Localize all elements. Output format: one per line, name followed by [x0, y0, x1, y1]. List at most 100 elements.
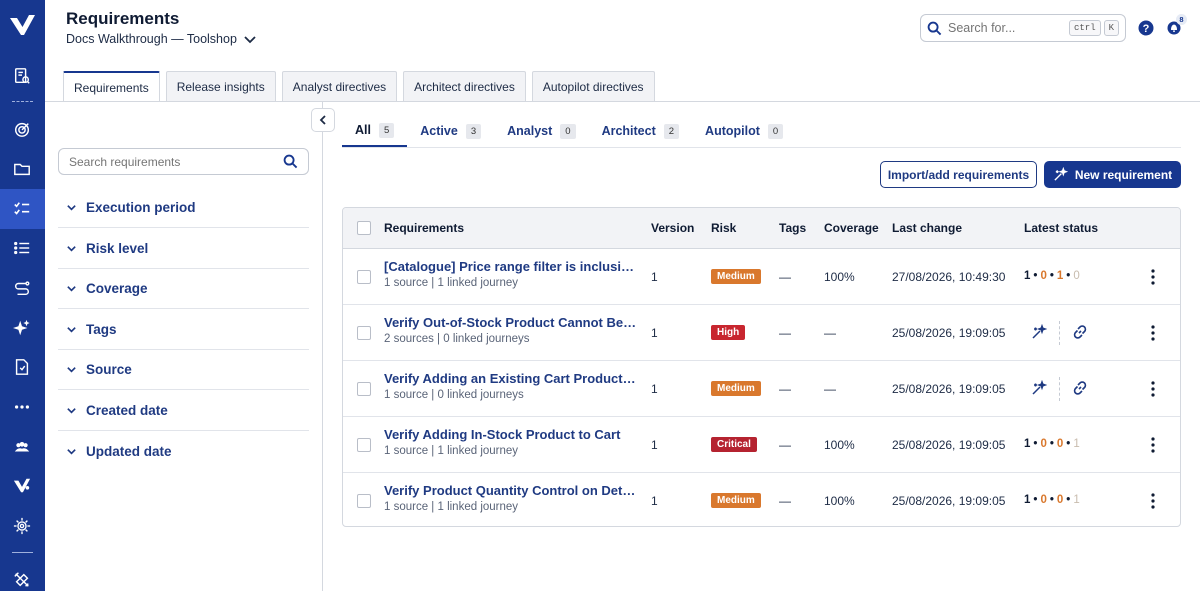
brand-logo-icon[interactable] — [9, 12, 36, 38]
row-checkbox[interactable] — [357, 382, 371, 396]
svg-text:?: ? — [1143, 23, 1150, 35]
select-all-checkbox[interactable] — [357, 221, 371, 235]
project-selector[interactable]: Docs Walkthrough — Toolshop — [66, 32, 257, 46]
row-menu-icon[interactable] — [1146, 324, 1160, 342]
risk-badge: Medium — [711, 269, 761, 284]
row-menu-icon[interactable] — [1146, 492, 1160, 510]
row-menu-icon[interactable] — [1146, 380, 1160, 398]
row-checkbox[interactable] — [357, 438, 371, 452]
requirements-search-input[interactable] — [69, 154, 269, 169]
global-search[interactable]: ctrl K — [920, 14, 1126, 42]
subtab-architect[interactable]: Architect 2 — [589, 115, 692, 147]
checklist-icon[interactable] — [12, 199, 32, 219]
latest-status-summary[interactable]: 1 • 0 • 1 • 0 — [1024, 270, 1080, 282]
requirement-title-link[interactable]: Verify Out-of-Stock Product Cannot Be Ad… — [384, 315, 638, 330]
coverage-value: — — [824, 326, 836, 340]
row-checkbox[interactable] — [357, 270, 371, 284]
requirement-title-link[interactable]: Verify Adding In-Stock Product to Cart — [384, 427, 638, 442]
tags-value: — — [779, 438, 791, 452]
filter-label: Created date — [86, 403, 168, 418]
route-icon[interactable] — [12, 278, 32, 298]
filter-updated-date[interactable]: Updated date — [58, 431, 309, 471]
tab-autopilot-directives[interactable]: Autopilot directives — [531, 71, 655, 101]
requirements-search[interactable] — [58, 148, 309, 175]
action-divider — [1059, 377, 1060, 401]
header-version[interactable]: Version — [651, 221, 694, 235]
tab-architect-directives[interactable]: Architect directives — [403, 71, 526, 101]
bug-icon[interactable] — [12, 516, 32, 536]
status-failed-count: 0 — [1040, 494, 1047, 506]
filter-tags[interactable]: Tags — [58, 310, 309, 350]
brand-icon[interactable] — [12, 476, 32, 496]
generate-journey-icon[interactable] — [1031, 324, 1047, 340]
filter-execution-period[interactable]: Execution period — [58, 188, 309, 228]
generate-journey-icon[interactable] — [1031, 380, 1047, 396]
tab-analyst-directives[interactable]: Analyst directives — [281, 71, 398, 101]
chevron-down-icon — [67, 408, 76, 414]
report-icon[interactable] — [12, 357, 32, 377]
help-icon[interactable]: ? — [1138, 20, 1154, 36]
link-journey-icon[interactable] — [1072, 324, 1088, 340]
row-checkbox[interactable] — [357, 494, 371, 508]
tags-value: — — [779, 382, 791, 396]
status-warning-count: 0 — [1056, 494, 1064, 506]
table-row[interactable]: Verify Adding In-Stock Product to Cart 1… — [343, 417, 1180, 473]
row-menu-icon[interactable] — [1146, 268, 1160, 286]
import-requirements-button[interactable]: Import/add requirements — [880, 161, 1037, 188]
shortcut-key-ctrl: ctrl — [1069, 20, 1101, 36]
requirement-title-link[interactable]: Verify Product Quantity Control on Detai… — [384, 483, 638, 498]
filter-label: Source — [86, 362, 132, 377]
status-skipped-count: 0 — [1073, 270, 1080, 282]
subtab-analyst[interactable]: Analyst 0 — [494, 115, 588, 147]
link-journey-icon[interactable] — [1072, 380, 1088, 396]
requirement-subtabs: All 5 Active 3 Analyst 0 Architect 2 Aut… — [342, 115, 796, 147]
page-title: Requirements — [66, 9, 180, 28]
header-last-change[interactable]: Last change — [892, 221, 962, 235]
subtab-active[interactable]: Active 3 — [407, 115, 494, 147]
project-name: Docs Walkthrough — Toolshop — [66, 32, 237, 46]
tab-requirements[interactable]: Requirements — [63, 71, 160, 102]
team-icon[interactable] — [12, 437, 32, 457]
collapse-filters-button[interactable] — [311, 108, 335, 132]
filter-source[interactable]: Source — [58, 350, 309, 390]
latest-status-summary[interactable]: 1 • 0 • 0 • 1 — [1024, 494, 1080, 506]
row-menu-icon[interactable] — [1146, 436, 1160, 454]
filter-label: Updated date — [86, 443, 172, 459]
subtab-all[interactable]: All 5 — [342, 115, 408, 147]
table-row[interactable]: [Catalogue] Price range filter is inclus… — [343, 249, 1180, 305]
header-tags[interactable]: Tags — [779, 221, 806, 235]
sparkle-icon[interactable] — [12, 318, 32, 338]
subtab-label: Architect — [601, 124, 656, 138]
header-requirements[interactable]: Requirements — [384, 221, 464, 235]
filter-created-date[interactable]: Created date — [58, 391, 309, 431]
row-checkbox[interactable] — [357, 326, 371, 340]
table-row[interactable]: Verify Adding an Existing Cart Product I… — [343, 361, 1180, 417]
requirements-icon[interactable] — [12, 66, 32, 86]
requirement-title-link[interactable]: [Catalogue] Price range filter is inclus… — [384, 259, 638, 274]
list-icon[interactable] — [12, 238, 32, 258]
global-search-input[interactable] — [948, 21, 1066, 35]
table-header: Requirements Version Risk Tags Coverage … — [343, 208, 1180, 249]
header-coverage[interactable]: Coverage — [824, 221, 879, 235]
tools-icon[interactable] — [12, 570, 32, 590]
table-row[interactable]: Verify Out-of-Stock Product Cannot Be Ad… — [343, 305, 1180, 361]
chevron-down-icon — [244, 36, 256, 44]
version-value: 1 — [651, 382, 658, 396]
page-tabs: Requirements Release insights Analyst di… — [63, 71, 655, 102]
target-icon[interactable] — [12, 119, 32, 139]
tab-release-insights[interactable]: Release insights — [165, 71, 276, 101]
status-failed-count: 0 — [1040, 270, 1047, 282]
more-icon[interactable] — [12, 397, 32, 417]
filter-risk-level[interactable]: Risk level — [58, 229, 309, 269]
rail-divider — [12, 101, 33, 102]
header-latest-status[interactable]: Latest status — [1024, 221, 1098, 235]
latest-status-summary[interactable]: 1 • 0 • 0 • 1 — [1024, 438, 1080, 450]
filter-coverage[interactable]: Coverage — [58, 269, 309, 309]
header-risk[interactable]: Risk — [711, 221, 736, 235]
new-requirement-button[interactable]: New requirement — [1044, 161, 1181, 188]
folder-icon[interactable] — [12, 159, 32, 179]
new-requirement-label: New requirement — [1074, 167, 1173, 182]
table-row[interactable]: Verify Product Quantity Control on Detai… — [343, 473, 1180, 526]
requirement-title-link[interactable]: Verify Adding an Existing Cart Product I… — [384, 371, 638, 386]
subtab-autopilot[interactable]: Autopilot 0 — [692, 115, 796, 147]
